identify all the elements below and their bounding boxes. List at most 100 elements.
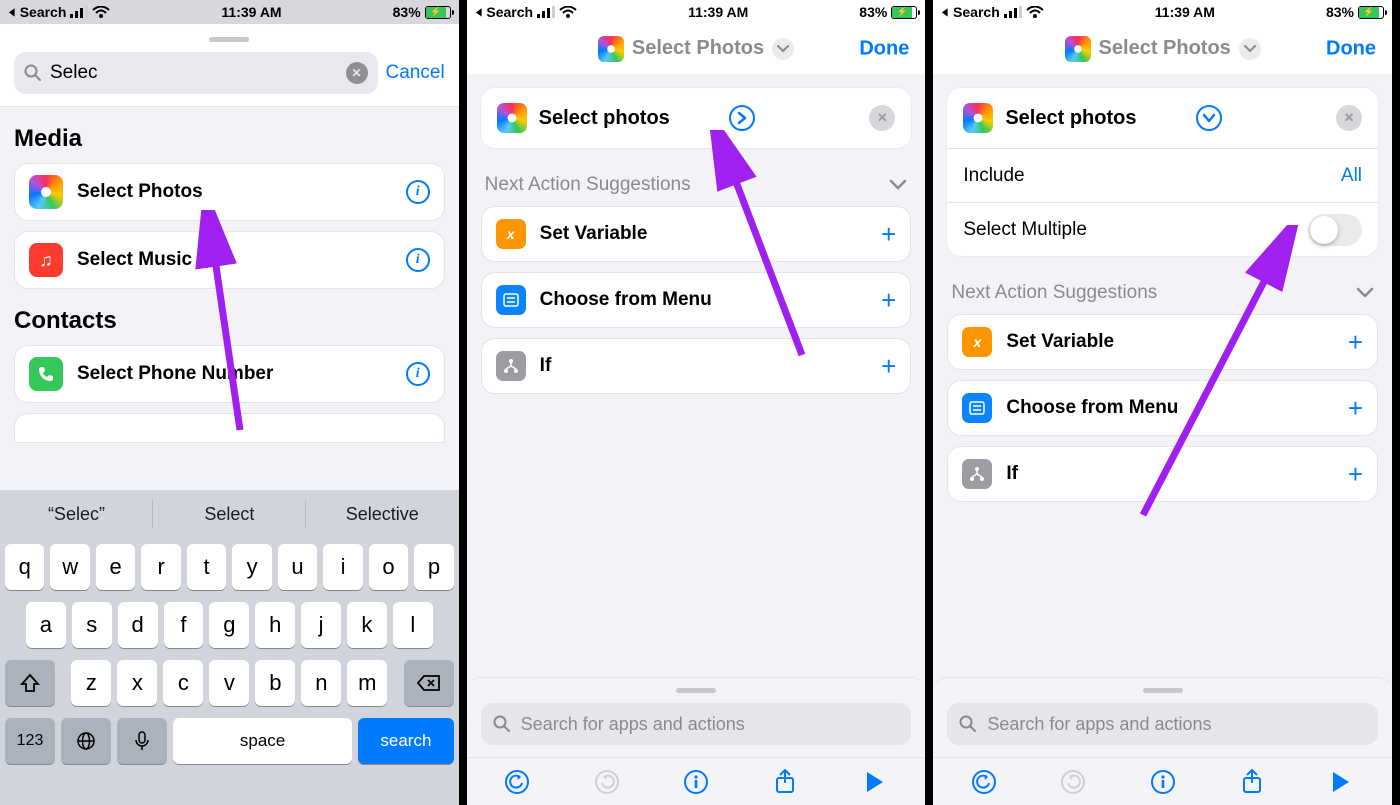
remove-action-icon[interactable]: ✕	[869, 105, 895, 131]
back-triangle-icon[interactable]: ◀	[942, 7, 947, 18]
branch-icon	[962, 459, 992, 489]
result-select-photos[interactable]: Select Photos i	[14, 163, 445, 221]
sheet-grabber[interactable]	[209, 37, 249, 42]
apps-search-input[interactable]: Search for apps and actions	[481, 703, 912, 745]
play-button[interactable]	[1325, 766, 1357, 798]
back-triangle-icon[interactable]: ◀	[9, 7, 14, 18]
key-a[interactable]: a	[26, 602, 66, 648]
key-k[interactable]: k	[347, 602, 387, 648]
keyboard[interactable]: “Selec” Select Selective qwertyuiop asdf…	[0, 490, 459, 805]
key-d[interactable]: d	[118, 602, 158, 648]
add-suggestion-icon[interactable]: +	[881, 219, 896, 250]
dictation-key[interactable]	[117, 718, 167, 764]
cellular-icon	[1004, 6, 1022, 18]
suggestion-row[interactable]: xSet Variable+	[481, 206, 912, 262]
backspace-key[interactable]	[404, 660, 454, 706]
key-b[interactable]: b	[255, 660, 295, 706]
chevron-down-icon[interactable]	[772, 38, 794, 60]
chevron-down-icon[interactable]	[1239, 38, 1261, 60]
suggestion-label: Set Variable	[540, 223, 867, 245]
prediction[interactable]: “Selec”	[0, 490, 153, 538]
prediction[interactable]: Selective	[306, 490, 459, 538]
key-u[interactable]: u	[278, 544, 317, 590]
apps-search-input[interactable]: Search for apps and actions	[947, 703, 1378, 745]
action-title: Select photos	[539, 107, 718, 130]
done-button[interactable]: Done	[1326, 37, 1376, 60]
suggestion-row[interactable]: Choose from Menu+	[481, 272, 912, 328]
key-n[interactable]: n	[301, 660, 341, 706]
redo-button	[1057, 766, 1089, 798]
option-include[interactable]: Include All	[947, 148, 1378, 202]
suggestion-row[interactable]: Choose from Menu+	[947, 380, 1378, 436]
battery-icon: ⚡	[1358, 6, 1384, 19]
search-key[interactable]: search	[358, 718, 454, 764]
back-triangle-icon[interactable]: ◀	[476, 7, 481, 18]
key-t[interactable]: t	[187, 544, 226, 590]
header-title[interactable]: Select Photos	[632, 37, 764, 60]
key-i[interactable]: i	[323, 544, 362, 590]
info-icon[interactable]: i	[406, 248, 430, 272]
key-g[interactable]: g	[209, 602, 249, 648]
expand-action-icon[interactable]	[729, 105, 755, 131]
result-select-phone[interactable]: Select Phone Number i	[14, 345, 445, 403]
shift-key[interactable]	[5, 660, 55, 706]
prediction[interactable]: Select	[153, 490, 306, 538]
suggestion-row[interactable]: xSet Variable+	[947, 314, 1378, 370]
key-o[interactable]: o	[369, 544, 408, 590]
sheet-grabber[interactable]	[1143, 688, 1183, 693]
key-x[interactable]: x	[117, 660, 157, 706]
remove-action-icon[interactable]: ✕	[1336, 105, 1362, 131]
share-button[interactable]	[1236, 766, 1268, 798]
key-v[interactable]: v	[209, 660, 249, 706]
undo-button[interactable]	[968, 766, 1000, 798]
key-j[interactable]: j	[301, 602, 341, 648]
numbers-key[interactable]: 123	[5, 718, 55, 764]
status-back-label[interactable]: Search	[486, 4, 533, 20]
status-back-label[interactable]: Search	[20, 4, 67, 20]
key-c[interactable]: c	[163, 660, 203, 706]
suggestions-header[interactable]: Next Action Suggestions	[481, 168, 912, 206]
cancel-button[interactable]: Cancel	[386, 62, 445, 84]
info-icon[interactable]: i	[406, 180, 430, 204]
key-s[interactable]: s	[72, 602, 112, 648]
sheet-grabber[interactable]	[676, 688, 716, 693]
key-h[interactable]: h	[255, 602, 295, 648]
done-button[interactable]: Done	[859, 37, 909, 60]
header-title[interactable]: Select Photos	[1099, 37, 1231, 60]
add-suggestion-icon[interactable]: +	[1348, 459, 1363, 490]
space-key[interactable]: space	[173, 718, 352, 764]
suggestions-header[interactable]: Next Action Suggestions	[947, 276, 1378, 314]
result-select-music[interactable]: ♫ Select Music i	[14, 231, 445, 289]
clear-icon[interactable]: ✕	[346, 62, 368, 84]
collapse-action-icon[interactable]	[1196, 105, 1222, 131]
suggestions-title: Next Action Suggestions	[485, 174, 890, 196]
key-w[interactable]: w	[50, 544, 89, 590]
status-time: 11:39 AM	[688, 4, 748, 20]
play-button[interactable]	[859, 766, 891, 798]
search-input[interactable]: Selec ✕	[14, 52, 378, 94]
key-f[interactable]: f	[164, 602, 204, 648]
globe-key[interactable]	[61, 718, 111, 764]
toggle-select-multiple[interactable]	[1308, 214, 1362, 246]
key-l[interactable]: l	[393, 602, 433, 648]
key-z[interactable]: z	[71, 660, 111, 706]
add-suggestion-icon[interactable]: +	[881, 351, 896, 382]
suggestion-row[interactable]: If+	[481, 338, 912, 394]
key-e[interactable]: e	[96, 544, 135, 590]
share-button[interactable]	[769, 766, 801, 798]
key-p[interactable]: p	[414, 544, 453, 590]
status-back-label[interactable]: Search	[953, 4, 1000, 20]
info-button[interactable]	[680, 766, 712, 798]
info-button[interactable]	[1147, 766, 1179, 798]
add-suggestion-icon[interactable]: +	[1348, 393, 1363, 424]
key-m[interactable]: m	[347, 660, 387, 706]
magnifier-icon	[493, 715, 511, 733]
suggestion-row[interactable]: If+	[947, 446, 1378, 502]
key-q[interactable]: q	[5, 544, 44, 590]
key-r[interactable]: r	[141, 544, 180, 590]
key-y[interactable]: y	[232, 544, 271, 590]
add-suggestion-icon[interactable]: +	[881, 285, 896, 316]
info-icon[interactable]: i	[406, 362, 430, 386]
undo-button[interactable]	[501, 766, 533, 798]
add-suggestion-icon[interactable]: +	[1348, 327, 1363, 358]
